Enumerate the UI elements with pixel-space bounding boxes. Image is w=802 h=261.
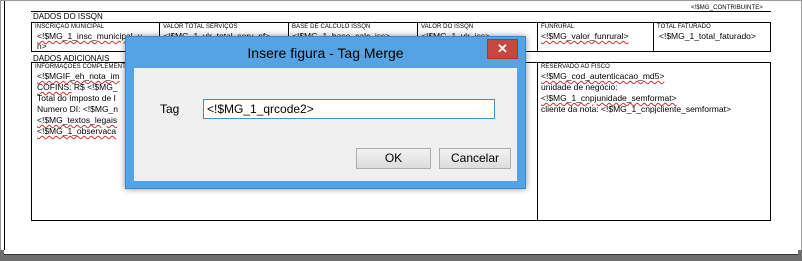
- info-line: Numero DI: <!$MG_n: [37, 104, 119, 114]
- adicionais-divider: [537, 62, 538, 221]
- info-line: <!$MGIF_eh_nota_im: [37, 71, 120, 81]
- valor-issqn-label: VALOR DO ISSQN: [421, 24, 474, 30]
- issqn-divider: [653, 22, 654, 52]
- inscricao-value-cont: n>: [37, 41, 47, 51]
- page-left-border: [4, 1, 5, 251]
- cancel-button[interactable]: Cancelar: [439, 148, 511, 169]
- total-faturado-value: <!$MG_1_total_faturado>: [659, 31, 756, 41]
- section-issqn-title: DADOS DO ISSQN: [33, 12, 103, 21]
- info-line: Total do Imposto de I: [37, 93, 116, 103]
- funrural-label: FUNRURAL: [541, 24, 575, 30]
- reservado-line: unidade de negócio:: [541, 82, 618, 92]
- reservado-line: cliente da nota: <!$MG_1_cnpjcliente_sem…: [541, 104, 731, 114]
- reservado-line: <!$MG_cod_autenticacao_md5>: [541, 71, 665, 81]
- tag-input[interactable]: [203, 99, 495, 119]
- dialog-body: Tag OK Cancelar: [134, 68, 517, 181]
- funrural-value: <!$MG_valor_funrural>: [541, 31, 629, 41]
- inscricao-label: INSCRIÇÃO MUNICIPAL: [35, 24, 105, 30]
- info-line: <!$MG_1_observaca: [37, 126, 117, 136]
- reservado-line: <!$MG_1_cnpjunidade_semformat>: [541, 93, 677, 103]
- page-bottom-gutter: [0, 250, 802, 261]
- page-bottom-edge: [4, 250, 798, 255]
- issqn-divider: [537, 22, 538, 52]
- reservado-label: RESERVADO AO FISCO: [541, 64, 610, 70]
- info-line: <!$MG_textos_legais: [37, 115, 118, 125]
- ok-button[interactable]: OK: [356, 148, 431, 169]
- insert-figure-dialog: Insere figura - Tag Merge ✕ Tag OK Cance…: [125, 36, 526, 189]
- close-button[interactable]: ✕: [487, 39, 518, 59]
- close-icon: ✕: [497, 41, 508, 56]
- info-line: COFINS: R$ <!$MG_: [37, 82, 118, 92]
- dialog-title: Insere figura - Tag Merge: [247, 45, 404, 61]
- base-calculo-label: BASE DE CÁLCULO ISSQN: [292, 24, 371, 30]
- valor-servicos-label: VALOR TOTAL SERVIÇOS: [163, 24, 238, 30]
- total-faturado-label: TOTAL FATURADO: [657, 24, 711, 30]
- header-rule: [31, 11, 771, 12]
- tag-label: Tag: [160, 102, 180, 116]
